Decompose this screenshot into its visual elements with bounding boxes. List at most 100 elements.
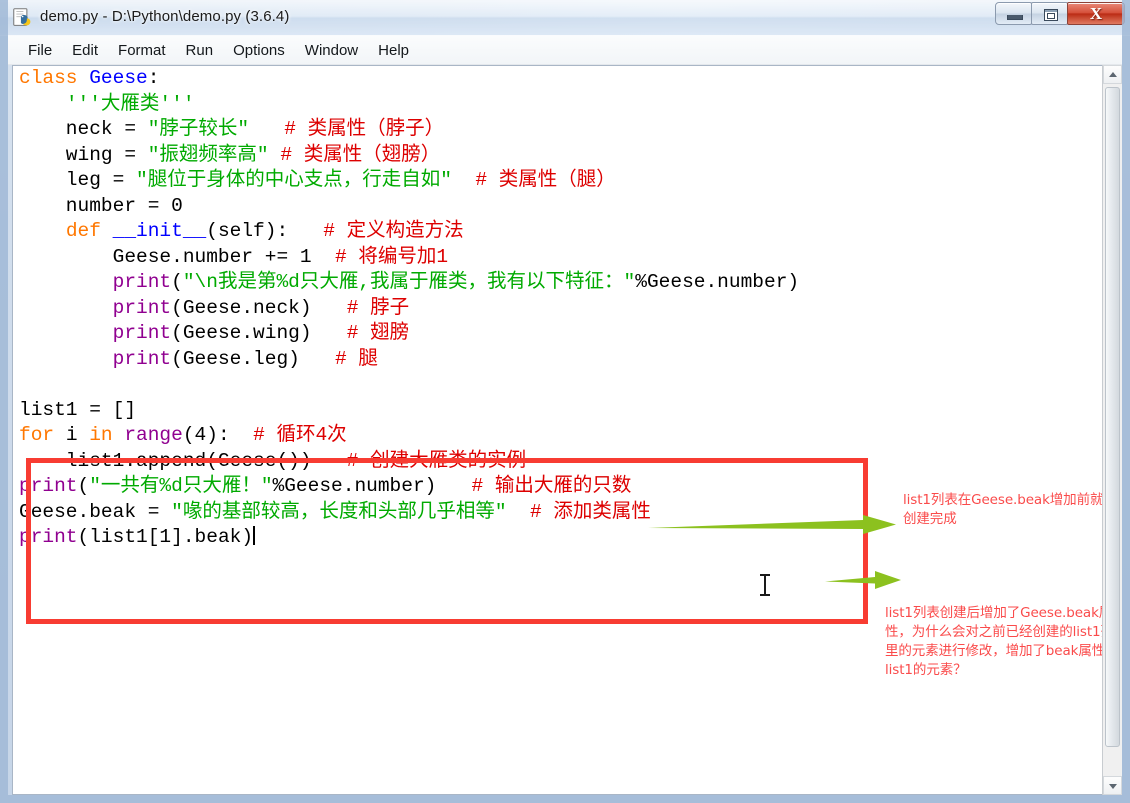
idle-editor-window: demo.py - D:\Python\demo.py (3.6.4) X Fi… [0, 0, 1130, 803]
code-line: print("\n我是第%d只大雁,我属于雁类，我有以下特征："%Geese.n… [19, 270, 799, 296]
code-token: (Geese.neck) [171, 296, 312, 319]
code-token: __init__ [112, 220, 207, 242]
code-token: (Geese.leg) [171, 347, 300, 370]
code-line: print(Geese.wing) # 翅膀 [19, 321, 799, 347]
code-token: (4): [182, 424, 230, 446]
code-editor-area[interactable]: class Geese: '''大雁类''' neck = "脖子较长" # 类… [12, 65, 1102, 795]
green-arrow-upper [648, 515, 896, 534]
code-line: wing = "振翅频率高" # 类属性（翅膀） [19, 143, 799, 169]
green-arrow-lower [825, 571, 901, 589]
code-token: ( [77, 475, 90, 497]
code-token: : [147, 67, 160, 89]
code-token: "脖子较长" [147, 118, 250, 140]
chevron-down-icon [1108, 783, 1117, 789]
code-token: "振翅频率高" [147, 143, 269, 166]
code-token: Geese [89, 67, 148, 89]
code-token: # 将编号加1 [323, 245, 449, 268]
code-token: range [124, 424, 183, 446]
scroll-down-button[interactable] [1103, 776, 1122, 795]
code-token: print [19, 475, 78, 497]
code-line: '''大雁类''' [19, 92, 799, 118]
code-token: class [19, 67, 90, 89]
scroll-up-button[interactable] [1103, 65, 1122, 84]
source-code[interactable]: class Geese: '''大雁类''' neck = "脖子较长" # 类… [19, 66, 799, 551]
code-token: "\n我是第%d只大雁,我属于雁类，我有以下特征：" [182, 271, 636, 293]
code-token: number = 0 [19, 194, 183, 217]
code-token: "腿位于身体的中心支点，行走自如" [136, 169, 452, 191]
code-token: # 翅膀 [346, 322, 410, 344]
code-token: Geese.beak = [19, 500, 172, 523]
code-line: neck = "脖子较长" # 类属性（脖子） [19, 117, 799, 143]
code-token: # 类属性（脖子） [284, 118, 445, 140]
code-token: # 定义构造方法 [323, 220, 464, 242]
code-token: print [112, 271, 172, 293]
code-token: # 类属性（腿） [475, 169, 616, 191]
code-token: %Geese.number) [272, 475, 437, 497]
code-token: ( [171, 271, 183, 293]
code-token: %Geese.number) [635, 271, 800, 293]
code-token: for [19, 424, 66, 446]
code-token: # 循环4次 [253, 424, 347, 446]
scrollbar-thumb[interactable] [1105, 87, 1120, 747]
code-token: # 腿 [334, 347, 378, 370]
code-line: print(Geese.leg) # 腿 [19, 347, 799, 373]
code-line: list1 = [] [19, 398, 799, 424]
code-token: "一共有%d只大雁！" [89, 475, 273, 497]
code-line: list1.append(Geese()) # 创建大雁类的实例 [19, 449, 799, 475]
code-token: # 脖子 [346, 296, 410, 319]
code-token: # 添加类属性 [529, 500, 651, 523]
code-token: neck = [19, 118, 148, 140]
code-token: in [89, 424, 125, 446]
code-token: def [65, 220, 113, 242]
annotation-list1-created-before: list1列表在Geese.beak增加前就已经创建完成 [903, 492, 1102, 527]
code-token: (Geese.wing) [171, 322, 312, 344]
code-line: for i in range(4): # 循环4次 [19, 423, 799, 449]
code-token: print [112, 347, 172, 370]
vertical-scrollbar[interactable] [1102, 65, 1122, 795]
code-token: wing = [19, 143, 148, 166]
code-token: print [112, 296, 172, 319]
code-token: # 创建大雁类的实例 [346, 449, 527, 472]
annotation-why-modified: list1列表创建后增加了Geese.beak属性，为什么会对之前已经创建的li… [885, 605, 1102, 678]
code-token: print [19, 526, 78, 548]
code-token: # 输出大雁的只数 [471, 475, 632, 497]
code-token: '''大雁类''' [65, 92, 195, 115]
code-line: Geese.number += 1 # 将编号加1 [19, 245, 799, 271]
chevron-up-icon [1108, 71, 1117, 77]
code-token: leg = [19, 169, 137, 191]
code-token: (list1[1].beak) [77, 526, 254, 548]
code-token: i [65, 424, 90, 446]
code-line: leg = "腿位于身体的中心支点，行走自如" # 类属性（腿） [19, 168, 799, 194]
code-token: list1.append(Geese()) [19, 449, 312, 472]
code-line: class Geese: [19, 66, 799, 92]
text-caret [253, 526, 256, 545]
code-token: (self): [206, 220, 289, 242]
text-cursor-pointer [760, 574, 770, 596]
code-token: Geese.number += 1 [19, 245, 324, 268]
code-line: print("一共有%d只大雁！"%Geese.number) # 输出大雁的只… [19, 474, 799, 500]
code-token: "喙的基部较高，长度和头部几乎相等" [171, 500, 507, 523]
code-line: number = 0 [19, 194, 799, 220]
code-token: # 类属性（翅膀） [280, 143, 441, 166]
code-line: print(Geese.neck) # 脖子 [19, 296, 799, 322]
code-token: print [112, 322, 172, 344]
code-token: list1 = [] [19, 398, 137, 421]
